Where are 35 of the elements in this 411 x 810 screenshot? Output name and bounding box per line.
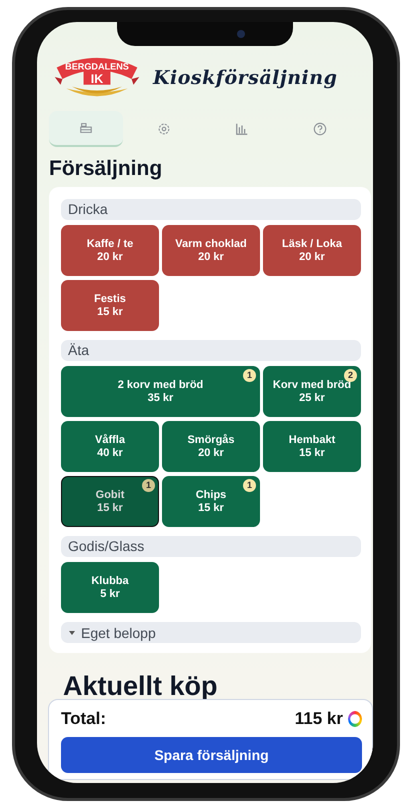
section-heading: Aktuellt köp xyxy=(63,671,219,702)
product-button[interactable]: Festis 15 kr xyxy=(61,280,159,331)
category-header: Äta xyxy=(61,340,361,361)
product-button[interactable]: Kaffe / te 20 kr xyxy=(61,225,159,276)
count-badge: 1 xyxy=(243,369,256,382)
product-button[interactable]: Klubba 5 kr xyxy=(61,562,159,613)
count-badge: 2 xyxy=(344,369,357,382)
custom-amount-toggle[interactable]: Eget belopp xyxy=(61,622,361,643)
tab[interactable] xyxy=(49,111,123,147)
count-badge: 1 xyxy=(243,479,256,492)
total-amount: 115 kr xyxy=(294,709,343,729)
page-heading: Försäljning xyxy=(49,157,164,181)
spinner-icon xyxy=(348,711,362,727)
save-button[interactable]: Spara försäljning xyxy=(61,737,362,773)
caret-icon xyxy=(69,630,75,634)
help-icon xyxy=(313,122,327,136)
category-header: Dricka xyxy=(61,199,361,220)
category-header: Godis/Glass xyxy=(61,536,361,557)
product-button[interactable]: Chips 15 kr 1 xyxy=(162,476,260,527)
register-icon xyxy=(79,121,93,135)
logo-text: IK xyxy=(90,72,104,86)
product-button[interactable]: Varm choklad 20 kr xyxy=(162,225,260,276)
product-button[interactable]: Gobit 15 kr 1 xyxy=(61,476,159,527)
count-badge: 1 xyxy=(142,479,155,492)
product-button[interactable]: Hembakt 15 kr xyxy=(263,421,361,472)
total-label: Total: xyxy=(61,709,106,729)
product-button[interactable]: Våffla 40 kr xyxy=(61,421,159,472)
bar-chart-icon xyxy=(235,122,249,136)
settings-icon xyxy=(157,122,171,136)
product-button[interactable]: Korv med bröd 25 kr 2 xyxy=(263,366,361,417)
product-button[interactable]: Smörgås 20 kr xyxy=(162,421,260,472)
app-title: Kioskförsäljning xyxy=(153,67,338,89)
logo-text: BERGDALENS xyxy=(65,61,129,72)
product-button[interactable]: 2 korv med bröd 35 kr 1 xyxy=(61,366,260,417)
product-button[interactable]: Läsk / Loka 20 kr xyxy=(263,225,361,276)
